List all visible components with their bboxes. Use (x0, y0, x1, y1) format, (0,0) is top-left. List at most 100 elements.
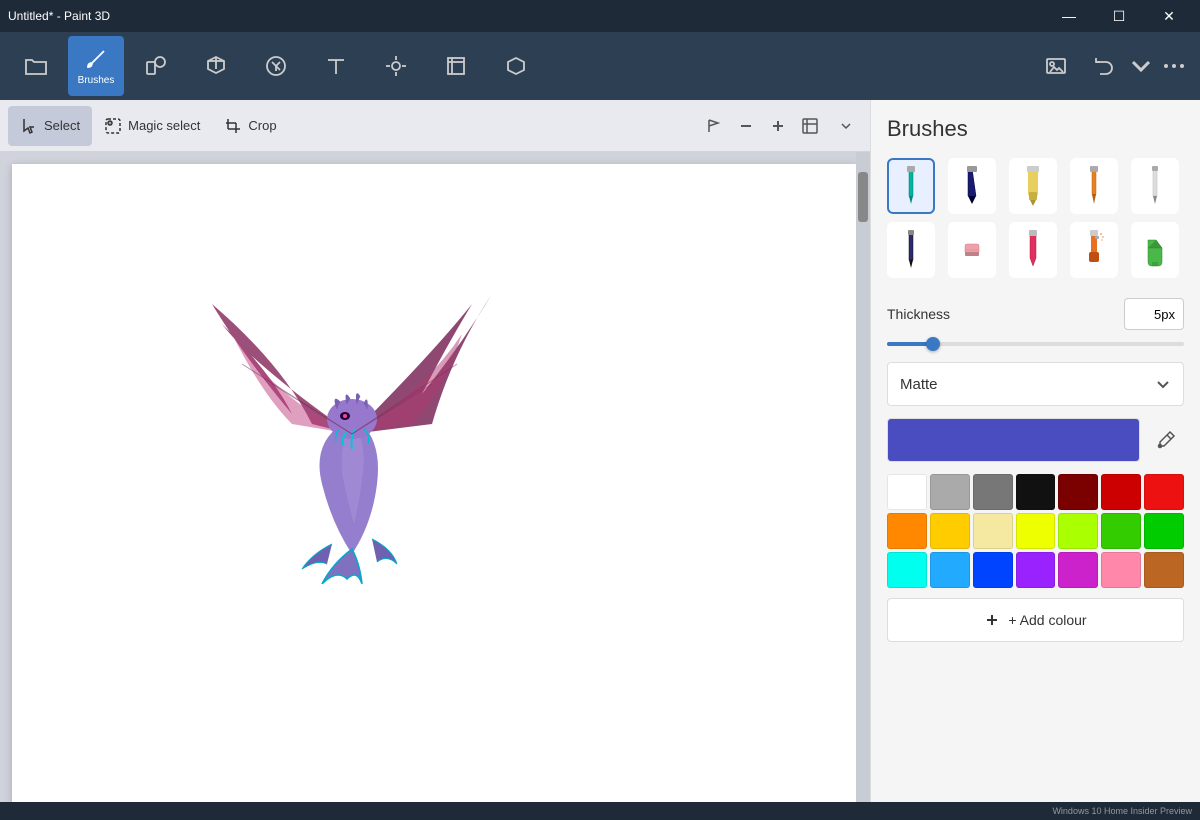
brush-icon (84, 47, 108, 71)
add-colour-button[interactable]: + Add colour (887, 598, 1184, 642)
color-purple[interactable] (1016, 552, 1056, 588)
crop-canvas-button[interactable] (428, 36, 484, 96)
thickness-slider[interactable] (887, 342, 1184, 346)
effects-icon (384, 54, 408, 78)
color-brown[interactable] (1144, 552, 1184, 588)
brush-watercolor[interactable] (1070, 158, 1118, 214)
crop-label: Crop (248, 118, 276, 133)
undo-button[interactable] (1082, 36, 1126, 96)
thickness-slider-thumb[interactable] (926, 337, 940, 351)
brush-calligraphy[interactable] (948, 158, 996, 214)
minimize-button[interactable]: — (1046, 0, 1092, 32)
flag-icon (706, 118, 722, 134)
3d-view-icon (504, 54, 528, 78)
expand-arrow-button[interactable] (830, 110, 862, 142)
pencil-dark-icon (896, 228, 926, 272)
brush-pencil-dark[interactable] (887, 222, 935, 278)
thickness-slider-fill (887, 342, 932, 346)
brush-marker[interactable] (887, 158, 935, 214)
text-button[interactable] (308, 36, 364, 96)
color-orange[interactable] (887, 513, 927, 549)
color-dark-red[interactable] (1058, 474, 1098, 510)
vertical-scrollbar-thumb (858, 172, 868, 222)
thickness-label: Thickness (887, 306, 1112, 322)
brush-pencil-light[interactable] (1131, 158, 1179, 214)
eyedropper-button[interactable] (1148, 422, 1184, 458)
effects-button[interactable] (368, 36, 424, 96)
crop-icon (444, 54, 468, 78)
color-light-yellow[interactable] (973, 513, 1013, 549)
color-blue[interactable] (973, 552, 1013, 588)
marker2-icon (1018, 228, 1048, 272)
color-black[interactable] (1016, 474, 1056, 510)
more-icon (1162, 54, 1186, 78)
select-button[interactable]: Select (8, 106, 92, 146)
maximize-button[interactable]: ☐ (1096, 0, 1142, 32)
color-preview[interactable] (887, 418, 1140, 462)
spray-icon (1079, 228, 1109, 272)
thickness-row: Thickness 5px (887, 298, 1184, 330)
drawing-canvas[interactable] (12, 164, 856, 802)
brush-eraser[interactable] (948, 222, 996, 278)
brush-marker2[interactable] (1009, 222, 1057, 278)
canvas-settings-button[interactable] (1034, 36, 1078, 96)
plus-icon (770, 118, 786, 134)
dragon-artwork (192, 284, 512, 584)
brush-fill[interactable] (1131, 222, 1179, 278)
color-cyan[interactable] (887, 552, 927, 588)
2d-shapes-button[interactable] (128, 36, 184, 96)
close-button[interactable]: ✕ (1146, 0, 1192, 32)
color-sky[interactable] (930, 552, 970, 588)
crop-tool-icon (224, 117, 242, 135)
color-palette (887, 474, 1184, 588)
finish-label: Matte (900, 376, 938, 393)
2d-shapes-icon (144, 54, 168, 78)
color-lime[interactable] (1058, 513, 1098, 549)
magic-select-button[interactable]: Magic select (92, 106, 212, 146)
chevron-down-icon (1129, 54, 1153, 78)
chevron-down-icon (840, 120, 852, 132)
menu-button[interactable] (8, 36, 64, 96)
color-red[interactable] (1101, 474, 1141, 510)
stickers-button[interactable] (248, 36, 304, 96)
flag-button[interactable] (698, 110, 730, 142)
eyedropper-icon (1156, 430, 1176, 450)
fill-bucket-icon (1140, 228, 1170, 272)
vertical-scrollbar[interactable] (856, 152, 870, 802)
color-lime-yellow[interactable] (1016, 513, 1056, 549)
redo-dropdown-button[interactable] (1130, 36, 1152, 96)
color-yellow[interactable] (930, 513, 970, 549)
color-light-gray[interactable] (930, 474, 970, 510)
thickness-value[interactable]: 5px (1124, 298, 1184, 330)
titlebar: Untitled* - Paint 3D — ☐ ✕ (0, 0, 1200, 32)
crop-button[interactable]: Crop (212, 106, 288, 146)
minus-icon (738, 118, 754, 134)
color-light-green[interactable] (1101, 513, 1141, 549)
color-gray[interactable] (973, 474, 1013, 510)
select-icon (20, 117, 38, 135)
color-bright-red[interactable] (1144, 474, 1184, 510)
color-white[interactable] (887, 474, 927, 510)
color-green[interactable] (1144, 513, 1184, 549)
magic-select-label: Magic select (128, 118, 200, 133)
image-resize-button[interactable] (794, 110, 826, 142)
text-icon (324, 54, 348, 78)
3d-view-button[interactable] (488, 36, 544, 96)
calligraphy-brush-icon (957, 164, 987, 208)
zoom-in-button[interactable] (762, 110, 794, 142)
finish-dropdown[interactable]: Matte (887, 362, 1184, 406)
3d-shapes-icon (204, 54, 228, 78)
more-options-button[interactable] (1156, 36, 1192, 96)
color-row (887, 418, 1184, 462)
brushes-button[interactable]: Brushes (68, 36, 124, 96)
watercolor-brush-icon (1079, 164, 1109, 208)
color-pink[interactable] (1101, 552, 1141, 588)
3d-shapes-button[interactable] (188, 36, 244, 96)
brush-spray[interactable] (1070, 222, 1118, 278)
color-magenta[interactable] (1058, 552, 1098, 588)
marker-brush-icon (896, 164, 926, 208)
app-title: Untitled* - Paint 3D (8, 9, 110, 23)
eraser-icon (957, 228, 987, 272)
zoom-out-button[interactable] (730, 110, 762, 142)
brush-oil[interactable] (1009, 158, 1057, 214)
